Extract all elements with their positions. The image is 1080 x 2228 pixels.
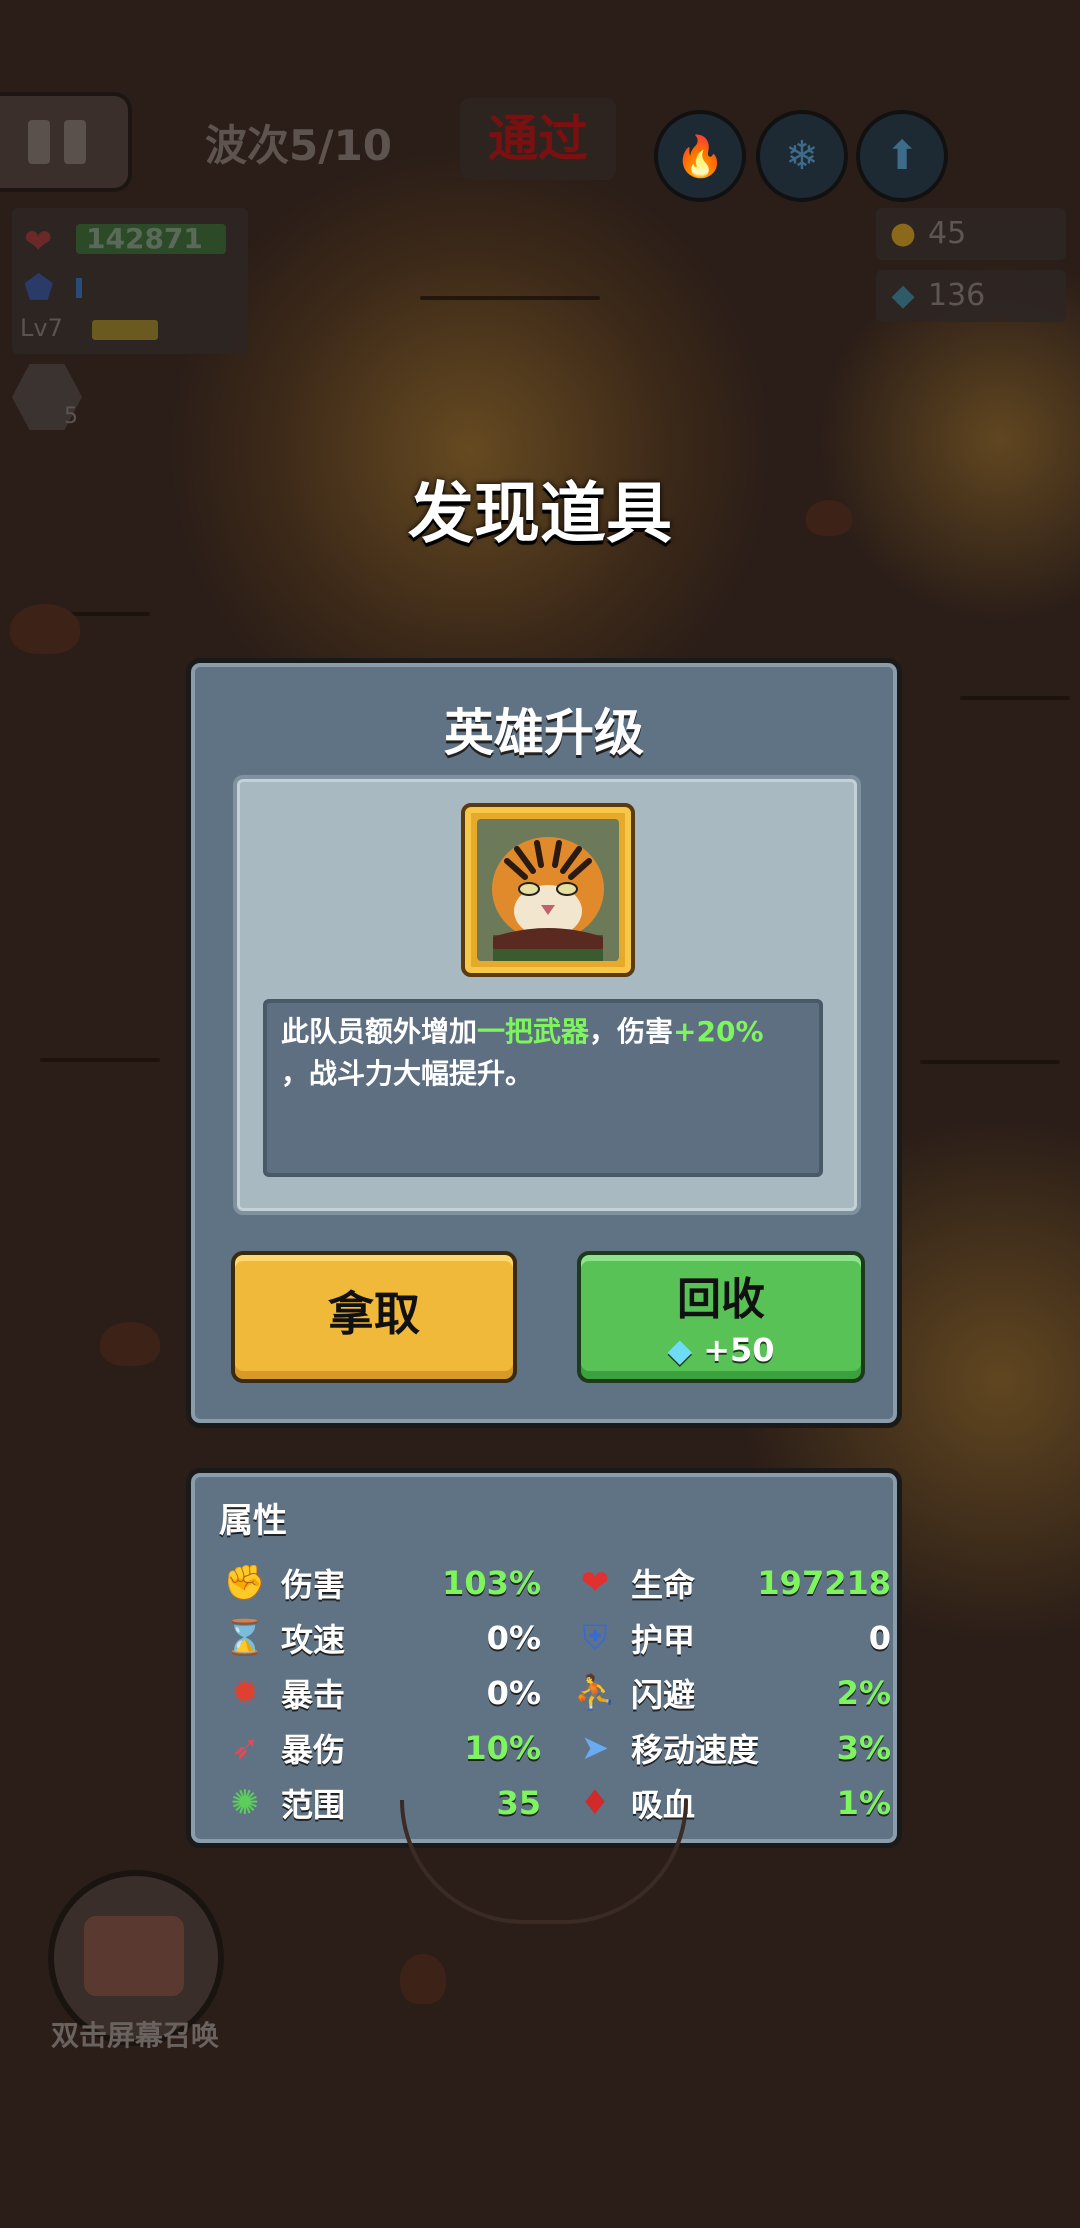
recycle-button[interactable]: 回收 ◆ +50: [577, 1251, 865, 1383]
card-title: 英雄升级: [444, 704, 644, 762]
attr-row: ✹ 暴击 0%: [221, 1669, 541, 1717]
xp-bar: [92, 320, 158, 340]
heart-icon: ❤: [24, 222, 53, 262]
attr-row: ⛨ 护甲 0: [571, 1614, 891, 1662]
speed-icon: ➤: [580, 1728, 610, 1768]
rock: [100, 1322, 160, 1366]
tiger-hero-portrait: [461, 803, 635, 977]
hourglass-icon: ⌛: [223, 1618, 267, 1658]
hp-bar: 142871: [76, 224, 226, 254]
gear-icon: ✺: [230, 1783, 260, 1823]
rock: [400, 1954, 446, 2004]
gem-icon: ◆: [891, 278, 915, 313]
attributes-panel: 属性 ✊ 伤害 103% ⌛ 攻速 0% ✹ 暴击 0% ➶ 暴伤 10% ✺ …: [186, 1468, 902, 1848]
vehicle-icon: [84, 1916, 184, 1996]
rocket-count: 5: [64, 404, 78, 429]
attr-row: ➤ 移动速度 3%: [571, 1724, 891, 1772]
gem-icon: ◆: [667, 1331, 693, 1369]
shield-icon: ⬟: [24, 268, 54, 308]
attr-row: ➶ 暴伤 10%: [221, 1724, 541, 1772]
level-label: Lv7: [20, 314, 63, 342]
item-card: 英雄升级 此队员额外增加一把武器，伤害+20%，战斗力大幅提升。 拿取 回收: [186, 658, 902, 1428]
attr-row: ⌛ 攻速 0%: [221, 1614, 541, 1662]
rock: [10, 604, 80, 654]
burst-icon: ✹: [230, 1673, 260, 1713]
attr-row: ⛹ 闪避 2%: [571, 1669, 891, 1717]
coin-counter: ● 45: [876, 208, 1066, 260]
wave-counter: 波次5/10: [205, 121, 393, 170]
hammer-icon[interactable]: ⬆: [856, 110, 948, 202]
flame-icon[interactable]: 🔥: [654, 110, 746, 202]
ground-crack: [960, 696, 1070, 700]
gem-counter: ◆ 136: [876, 270, 1066, 322]
pause-icon: [64, 120, 86, 164]
ground-crack: [420, 296, 600, 300]
recycle-reward: +50: [703, 1331, 775, 1369]
take-button[interactable]: 拿取: [231, 1251, 517, 1383]
heart-icon: ❤: [580, 1563, 610, 1603]
ground-crack: [40, 1058, 160, 1062]
fist-icon: ✊: [223, 1563, 267, 1603]
armor-bar: [76, 278, 82, 298]
coin-icon: ●: [889, 216, 917, 251]
shield-icon: ⛨: [582, 1618, 608, 1658]
player-status-panel: ❤ 142871 ⬟ Lv7: [12, 208, 248, 354]
attr-row: ❤ 生命 197218: [571, 1559, 891, 1607]
dodge-icon: ⛹: [573, 1673, 617, 1713]
attr-row: ✊ 伤害 103%: [221, 1559, 541, 1607]
ground-crack: [920, 1060, 1060, 1064]
item-info-box: 此队员额外增加一把武器，伤害+20% ，战斗力大幅提升。: [233, 775, 861, 1215]
pause-icon: [28, 120, 50, 164]
pause-button[interactable]: [0, 92, 132, 192]
item-description: 此队员额外增加一把武器，伤害+20% ，战斗力大幅提升。: [263, 999, 823, 1177]
crystal-icon[interactable]: ❄: [756, 110, 848, 202]
recycle-label: 回收: [677, 1274, 765, 1325]
modal-title: 发现道具: [408, 475, 672, 552]
pass-button[interactable]: 通过: [460, 98, 616, 180]
attributes-title: 属性: [219, 1501, 287, 1541]
arrow-icon: ➶: [230, 1728, 260, 1768]
summon-hint: 双击屏幕召唤: [50, 2019, 219, 2052]
